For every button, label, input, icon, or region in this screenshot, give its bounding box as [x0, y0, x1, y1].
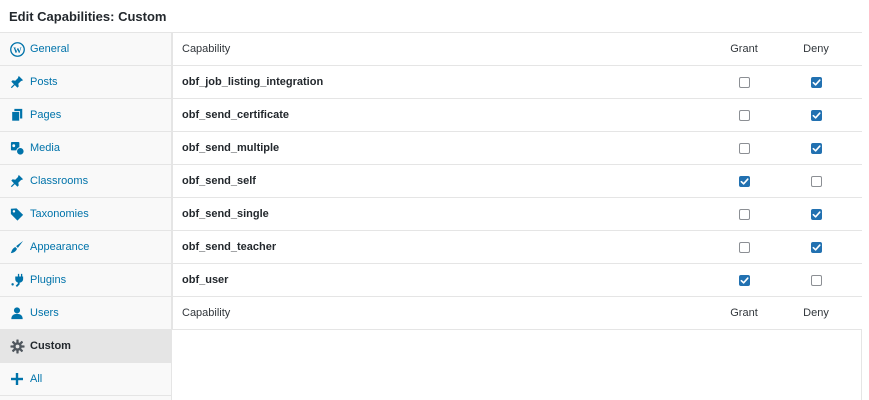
plus-icon: [9, 371, 25, 387]
sidebar-item-label: Media: [30, 142, 60, 154]
grant-checkbox[interactable]: [738, 175, 750, 187]
sidebar-item-all[interactable]: All: [0, 363, 171, 396]
capability-name: obf_send_certificate: [182, 109, 289, 121]
grant-checkbox[interactable]: [738, 109, 750, 121]
table-row: obf_send_self: [172, 165, 862, 198]
sidebar-item-taxonomies[interactable]: Taxonomies: [0, 198, 171, 231]
capability-name: obf_send_multiple: [182, 142, 280, 154]
sidebar-item-label: Taxonomies: [30, 208, 89, 220]
capability-name: obf_job_listing_integration: [182, 76, 324, 88]
user-icon: [9, 305, 25, 321]
sidebar-item-label: Users: [30, 307, 59, 319]
sidebar-item-label: Custom: [30, 340, 71, 352]
sidebar-item-label: All: [30, 373, 43, 385]
table-row: obf_job_listing_integration: [172, 66, 862, 99]
column-header-deny: Deny: [803, 43, 829, 55]
grant-checkbox[interactable]: [738, 142, 750, 154]
grant-cell: [708, 208, 780, 220]
column-header-capability: Capability: [182, 43, 231, 55]
grant-cell: [708, 274, 780, 286]
column-footer-deny: Deny: [803, 307, 829, 319]
sidebar-item-label: Appearance: [30, 241, 90, 253]
table-row: obf_send_single: [172, 198, 862, 231]
sidebar-item-label: Pages: [30, 109, 62, 121]
sidebar-item-classrooms[interactable]: Classrooms: [0, 165, 171, 198]
brush-icon: [9, 239, 25, 255]
capability-name: obf_send_single: [182, 208, 269, 220]
grant-checkbox[interactable]: [738, 76, 750, 88]
sidebar-item-posts[interactable]: Posts: [0, 66, 171, 99]
gear-icon: [9, 338, 25, 354]
plug-icon: [9, 272, 25, 288]
deny-checkbox[interactable]: [810, 76, 822, 88]
grant-cell: [708, 109, 780, 121]
wordpress-icon: W: [9, 41, 25, 57]
sidebar-item-label: Classrooms: [30, 175, 89, 187]
title-bar: Edit Capabilities: Custom: [0, 0, 862, 33]
grant-cell: [708, 175, 780, 187]
sidebar-item-media[interactable]: Media: [0, 132, 171, 165]
sidebar: W General Posts Pages Media Classrooms T…: [0, 33, 172, 400]
capabilities-table: Capability Grant Deny obf_job_listing_in…: [172, 33, 862, 330]
pin-icon: [9, 74, 25, 90]
column-footer-grant: Grant: [730, 307, 758, 319]
deny-checkbox[interactable]: [810, 274, 822, 286]
sidebar-item-general[interactable]: W General: [0, 33, 171, 66]
deny-cell: [780, 142, 852, 154]
capabilities-panel: Edit Capabilities: Custom W General Post…: [0, 0, 862, 400]
deny-cell: [780, 241, 852, 253]
grant-checkbox[interactable]: [738, 274, 750, 286]
deny-checkbox[interactable]: [810, 241, 822, 253]
pin-icon: [9, 173, 25, 189]
table-footer-row: Capability Grant Deny: [172, 297, 862, 330]
tag-icon: [9, 206, 25, 222]
deny-cell: [780, 76, 852, 88]
deny-cell: [780, 175, 852, 187]
grant-checkbox[interactable]: [738, 241, 750, 253]
grant-cell: [708, 76, 780, 88]
sidebar-item-label: General: [30, 43, 70, 55]
capability-name: obf_send_self: [182, 175, 256, 187]
deny-checkbox[interactable]: [810, 208, 822, 220]
sidebar-item-label: Plugins: [30, 274, 67, 286]
table-row: obf_send_multiple: [172, 132, 862, 165]
media-icon: [9, 140, 25, 156]
deny-cell: [780, 208, 852, 220]
svg-text:W: W: [13, 44, 22, 54]
page-title: Edit Capabilities: Custom: [9, 9, 167, 24]
deny-cell: [780, 274, 852, 286]
capability-name: obf_user: [182, 274, 229, 286]
deny-cell: [780, 109, 852, 121]
table-row: obf_user: [172, 264, 862, 297]
deny-checkbox[interactable]: [810, 142, 822, 154]
deny-checkbox[interactable]: [810, 109, 822, 121]
deny-checkbox[interactable]: [810, 175, 822, 187]
sidebar-item-appearance[interactable]: Appearance: [0, 231, 171, 264]
table-header-row: Capability Grant Deny: [172, 33, 862, 66]
sidebar-item-pages[interactable]: Pages: [0, 99, 171, 132]
column-header-grant: Grant: [730, 43, 758, 55]
grant-cell: [708, 241, 780, 253]
table-row: obf_send_certificate: [172, 99, 862, 132]
column-footer-capability: Capability: [182, 307, 231, 319]
grant-cell: [708, 142, 780, 154]
table-row: obf_send_teacher: [172, 231, 862, 264]
grant-checkbox[interactable]: [738, 208, 750, 220]
sidebar-item-users[interactable]: Users: [0, 297, 171, 330]
sidebar-item-plugins[interactable]: Plugins: [0, 264, 171, 297]
sidebar-item-label: Posts: [30, 76, 58, 88]
sidebar-item-custom[interactable]: Custom: [0, 330, 171, 363]
capability-name: obf_send_teacher: [182, 241, 277, 253]
pages-icon: [9, 107, 25, 123]
